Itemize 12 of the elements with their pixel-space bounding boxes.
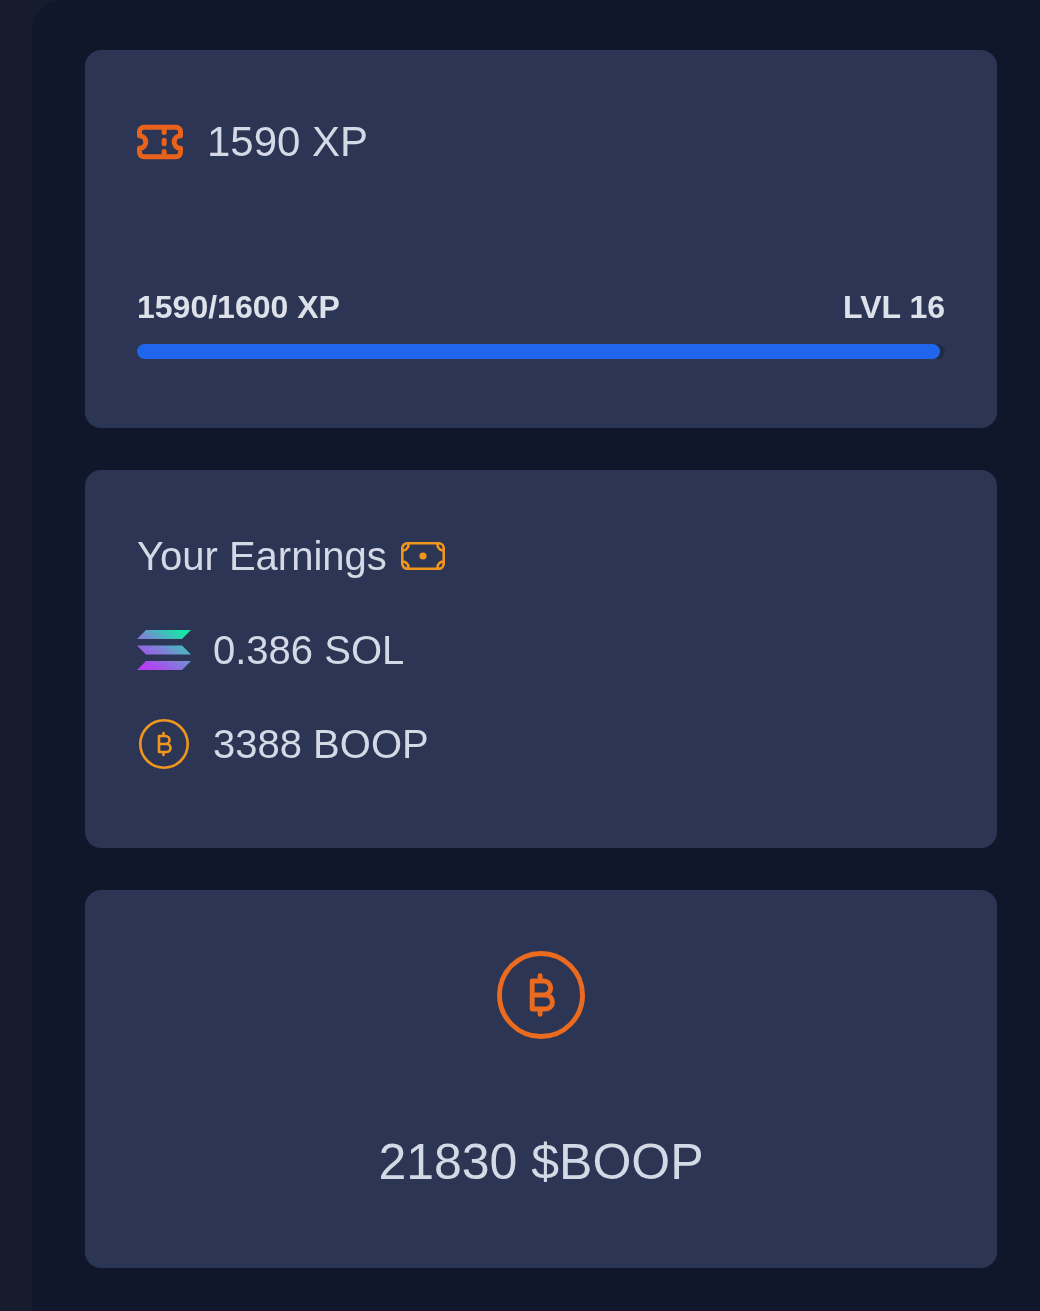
earnings-title: Your Earnings xyxy=(137,533,387,580)
xp-total: 1590 XP xyxy=(207,118,369,166)
solana-logo-icon xyxy=(137,630,191,670)
level-label: LVL 16 xyxy=(843,289,945,325)
earning-amount: 0.386 SOL xyxy=(213,627,405,674)
balance-amount: 21830 $BOOP xyxy=(378,1133,704,1191)
ticket-icon xyxy=(137,123,183,161)
banknote-icon xyxy=(400,542,445,570)
earning-amount: 3388 BOOP xyxy=(213,721,429,768)
bitcoin-coin-icon xyxy=(497,951,585,1039)
bitcoin-coin-icon xyxy=(139,719,189,769)
xp-progress-label: 1590/1600 XP xyxy=(137,289,340,325)
